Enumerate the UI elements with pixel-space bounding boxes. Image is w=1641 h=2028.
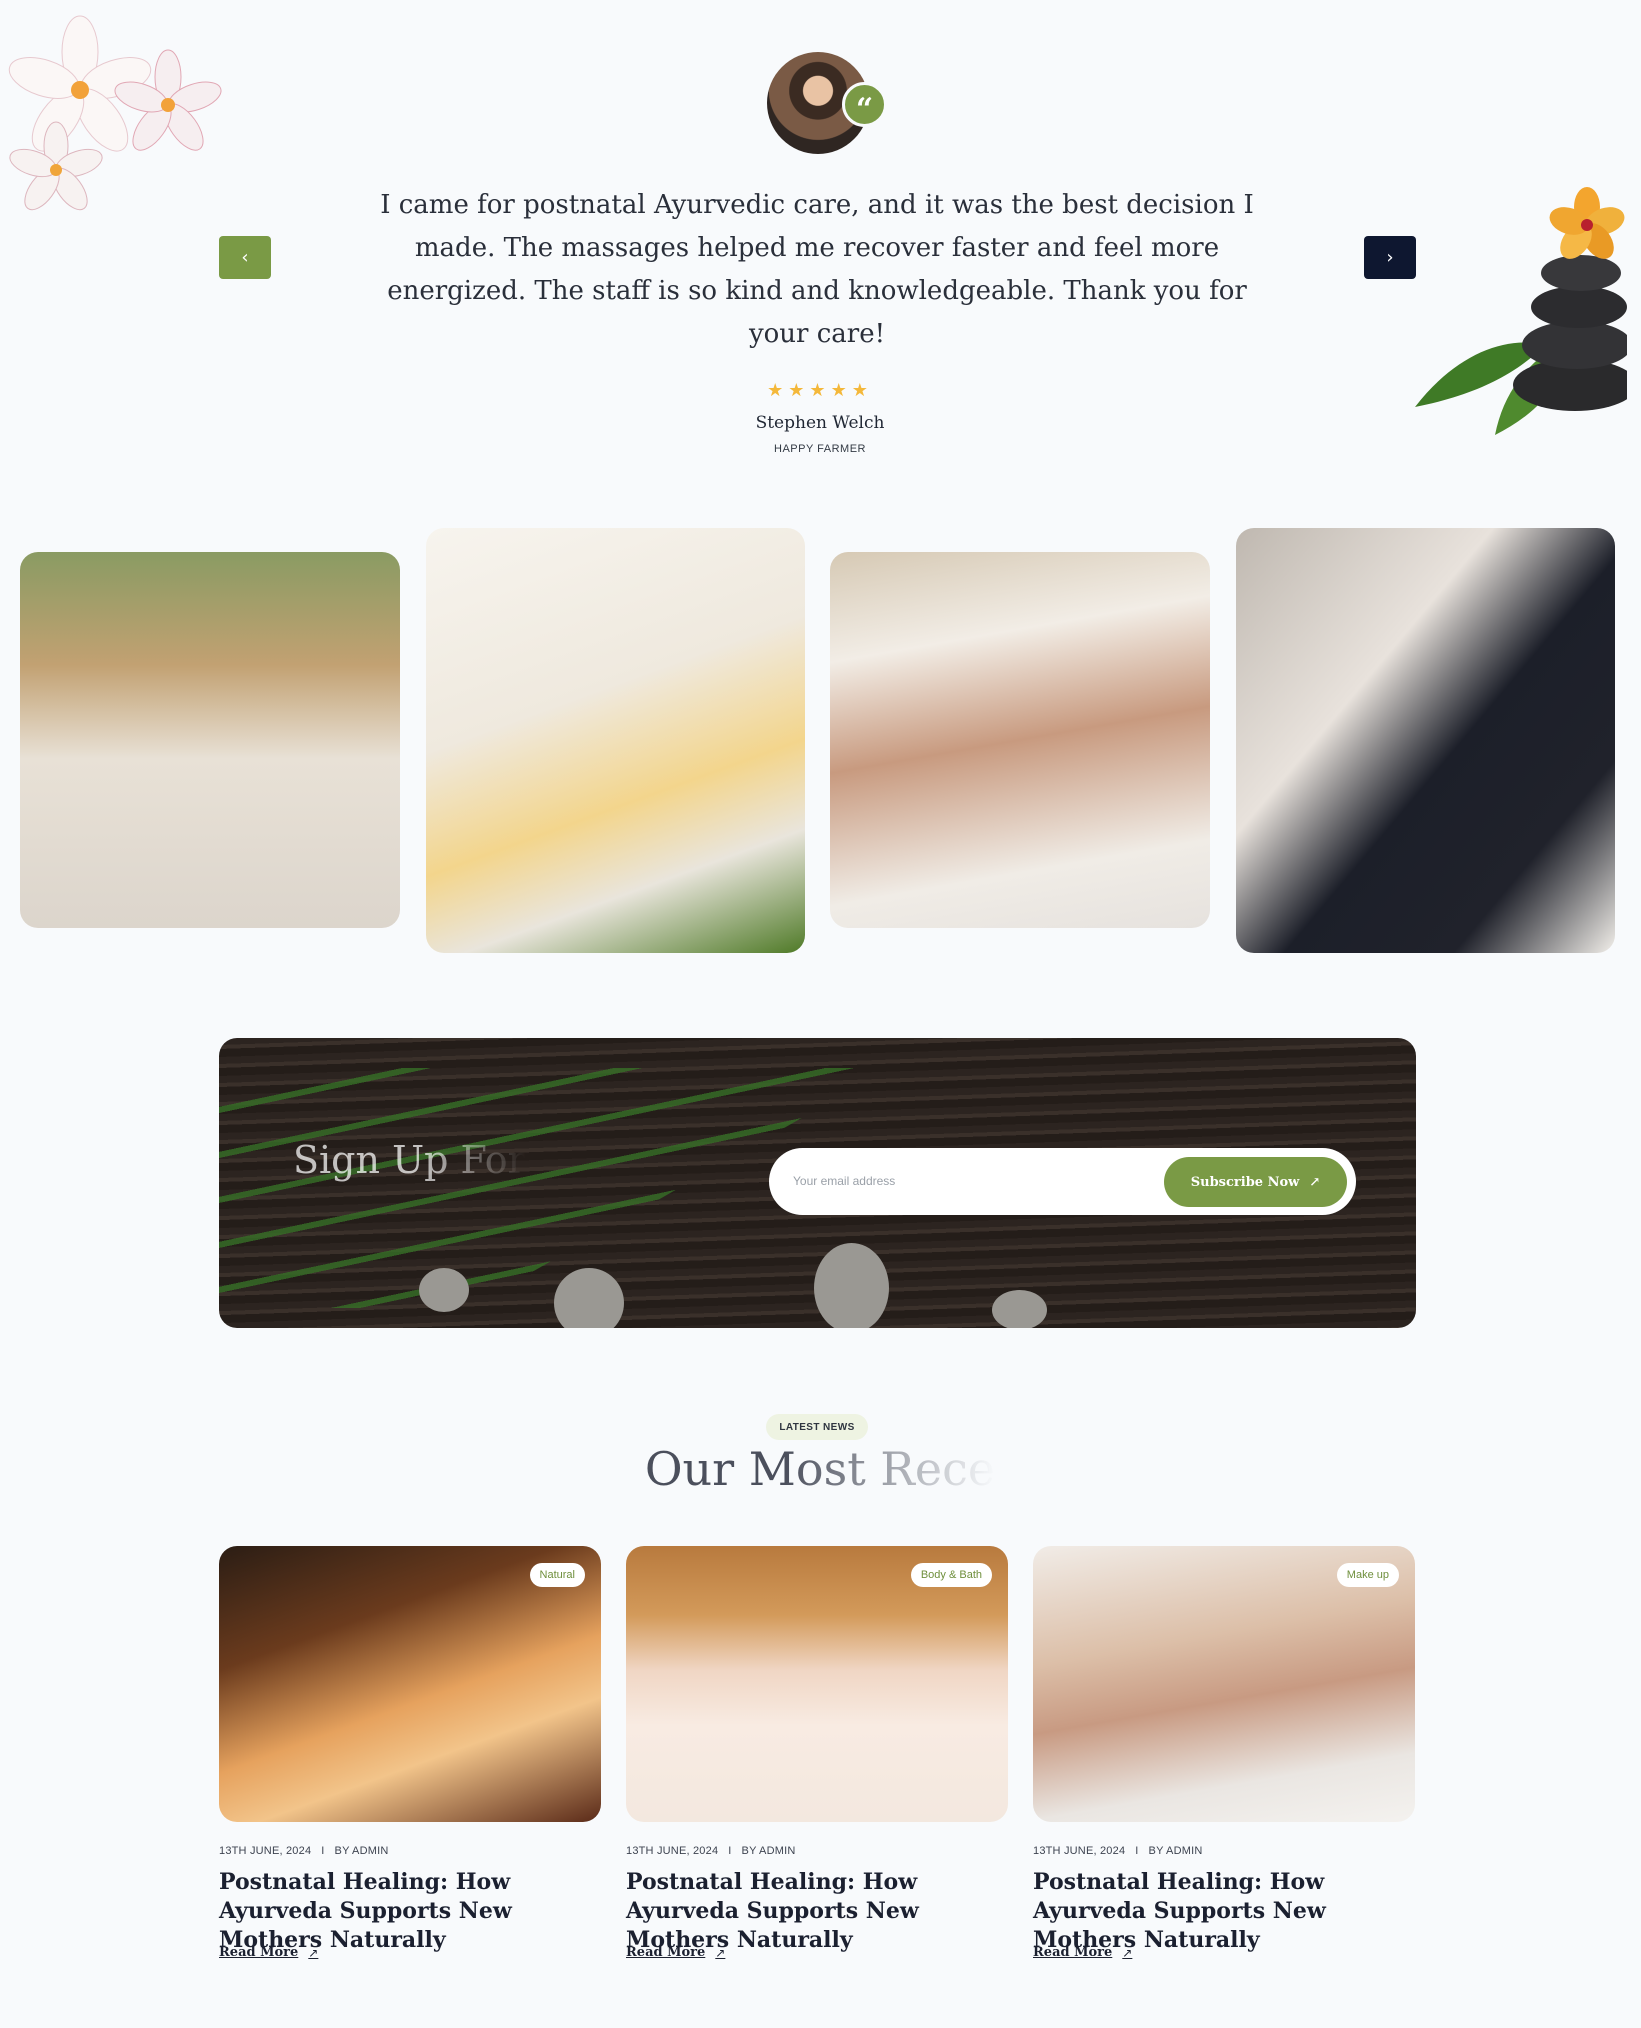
blog-card-meta: 13TH JUNE, 2024 I BY ADMIN: [1033, 1845, 1203, 1857]
post-date: 13TH JUNE, 2024: [219, 1845, 312, 1857]
post-author: BY ADMIN: [1148, 1845, 1203, 1857]
arrow-up-right-icon: ↗: [1309, 1174, 1321, 1190]
news-heading-text: Our Most Rece: [644, 1442, 996, 1496]
spa-stones-decoration: [1415, 185, 1637, 435]
newsletter-form: Subscribe Now ↗: [769, 1148, 1356, 1215]
blog-card: Body & Bath 13TH JUNE, 2024 I BY ADMIN Pos…: [626, 1546, 1008, 1960]
gallery-image-towels-tulips: [426, 528, 805, 953]
gallery-image-back-massage: [830, 552, 1210, 928]
testimonial-author-name: Stephen Welch: [755, 413, 885, 433]
blog-card-image[interactable]: Body & Bath: [626, 1546, 1008, 1822]
newsletter-banner: Sign Up For Subscribe Now ↗: [219, 1038, 1416, 1328]
stone-decoration: [554, 1268, 624, 1328]
rating-stars: ★★★★★: [767, 380, 873, 400]
blog-card-image[interactable]: Make up: [1033, 1546, 1415, 1822]
blog-card-meta: 13TH JUNE, 2024 I BY ADMIN: [626, 1845, 796, 1857]
subscribe-button-label: Subscribe Now: [1190, 1174, 1300, 1190]
arrow-up-right-icon: ↗: [715, 1945, 726, 1960]
post-author: BY ADMIN: [334, 1845, 389, 1857]
blog-card: Make up 13TH JUNE, 2024 I BY ADMIN Postnat…: [1033, 1546, 1415, 1960]
chevron-right-icon: ›: [1386, 247, 1394, 268]
stone-decoration: [814, 1243, 889, 1328]
read-more-label: Read More: [626, 1945, 706, 1960]
post-date: 13TH JUNE, 2024: [626, 1845, 719, 1857]
meta-separator: I: [1135, 1845, 1139, 1857]
prev-testimonial-button[interactable]: ‹: [219, 236, 271, 279]
blog-card: Natural 13TH JUNE, 2024 I BY ADMIN Postnat…: [219, 1546, 601, 1960]
quote-icon: “: [842, 82, 887, 127]
chevron-left-icon: ‹: [241, 247, 249, 268]
news-heading: Our Most Rece: [470, 1438, 1170, 1500]
blog-card-title[interactable]: Postnatal Healing: How Ayurveda Supports…: [1033, 1868, 1415, 1955]
category-tag[interactable]: Natural: [529, 1563, 585, 1587]
plumeria-flowers-decoration: [8, 0, 238, 230]
post-author: BY ADMIN: [741, 1845, 796, 1857]
read-more-label: Read More: [1033, 1945, 1113, 1960]
read-more-link[interactable]: Read More ↗: [626, 1945, 725, 1960]
category-tag[interactable]: Make up: [1336, 1563, 1399, 1587]
read-more-link[interactable]: Read More ↗: [219, 1945, 318, 1960]
testimonial-author-role: HAPPY FARMER: [774, 443, 866, 455]
meta-separator: I: [728, 1845, 732, 1857]
stone-decoration: [419, 1268, 469, 1312]
newsletter-title: Sign Up For: [293, 1138, 526, 1182]
blog-card-image[interactable]: Natural: [219, 1546, 601, 1822]
gallery-image-sound-bowl-therapy: [20, 552, 400, 928]
arrow-up-right-icon: ↗: [308, 1945, 319, 1960]
email-input[interactable]: [793, 1166, 1133, 1196]
read-more-link[interactable]: Read More ↗: [1033, 1945, 1132, 1960]
meta-separator: I: [321, 1845, 325, 1857]
next-testimonial-button[interactable]: ›: [1364, 236, 1416, 279]
blog-card-title[interactable]: Postnatal Healing: How Ayurveda Supports…: [626, 1868, 1008, 1955]
stone-decoration: [992, 1290, 1047, 1328]
section-pill: LATEST NEWS: [766, 1414, 868, 1440]
subscribe-button[interactable]: Subscribe Now ↗: [1164, 1157, 1347, 1207]
blog-card-title[interactable]: Postnatal Healing: How Ayurveda Supports…: [219, 1868, 601, 1955]
post-date: 13TH JUNE, 2024: [1033, 1845, 1126, 1857]
blog-card-meta: 13TH JUNE, 2024 I BY ADMIN: [219, 1845, 389, 1857]
testimonial-quote: I came for postnatal Ayurvedic care, and…: [380, 190, 1254, 349]
gallery-image-facial-treatment: [1236, 528, 1615, 953]
arrow-up-right-icon: ↗: [1122, 1945, 1133, 1960]
read-more-label: Read More: [219, 1945, 299, 1960]
category-tag[interactable]: Body & Bath: [910, 1563, 992, 1587]
